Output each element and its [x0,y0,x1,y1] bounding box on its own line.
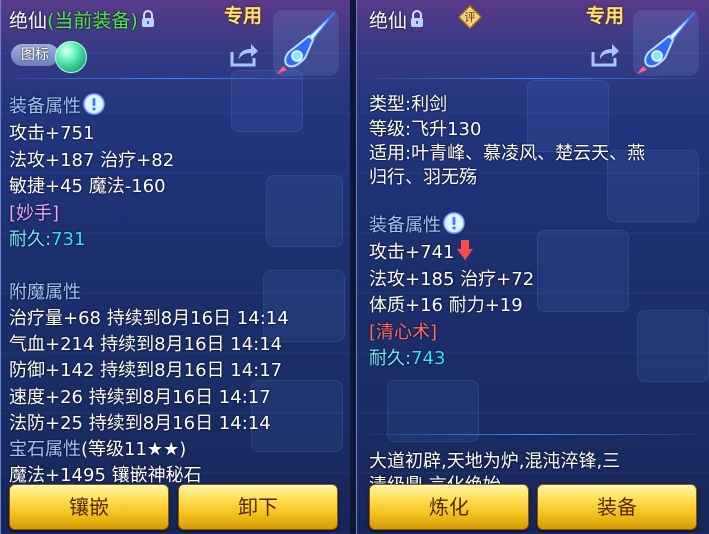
skill-label: [清心术] [369,322,438,343]
share-icon[interactable] [590,42,620,68]
icon-toggle-label: 图标 [11,44,59,66]
suitable-line-cont: 归行、羽无殇 [369,167,477,188]
icon-toggle-button[interactable]: 图标 [11,41,91,73]
unequip-button[interactable]: 卸下 [178,484,338,530]
durability-label: 耐久: [369,348,412,369]
enchant-line: 治疗量+68 持续到8月16日 14:14 [9,308,289,329]
lock-icon[interactable] [410,10,424,33]
gem-header: 宝石属性(等级11★★) [9,435,186,461]
refine-button[interactable]: 炼化 [369,484,529,530]
durability-value: 743 [411,348,446,369]
equipped-item-panel: 绝仙(当前装备) 专用 图标 装备属性 攻击+751 法攻+187 治疗+82 … [0,0,352,534]
attr-value: 攻击+741 [369,242,455,263]
eval-badge-text: 评 [465,11,476,24]
attr-line: 体质+16 耐力+19 [369,295,523,316]
exclusive-label: 专用 [586,5,625,27]
attr-line: 攻击+741 [369,238,474,266]
sword-icon [629,6,703,80]
lock-icon[interactable] [141,10,155,33]
item-title: 绝仙(当前装备) [9,6,155,33]
exclusive-label: 专用 [224,5,263,27]
enchant-line: 防御+142 持续到8月16日 14:17 [9,360,283,381]
durability: 耐久:743 [369,344,445,370]
item-name: 绝仙 [369,10,408,32]
enchant-line: 法防+25 持续到8月16日 14:14 [9,413,271,434]
eval-badge-icon[interactable]: 评 [457,4,483,30]
attr-line: 法攻+185 治疗+72 [369,269,535,290]
gem-header-label: 宝石属性 [9,439,81,460]
attr-header-label: 装备属性 [369,215,441,236]
skill-label: [妙手] [9,203,60,224]
attr-header: 装备属性 [9,92,105,120]
level-line: 等级:飞升130 [369,119,482,140]
attr-header-label: 装备属性 [9,96,81,117]
info-icon[interactable] [83,93,105,120]
description-line: 大道初辟,天地为炉,混沌淬锋,三 [369,451,621,472]
compare-item-panel: 绝仙 评 专用 类型:利剑 等级:飞升130 适用:叶青峰、慕凌风、楚云天、燕 … [356,0,709,534]
equip-button[interactable]: 装备 [537,484,697,530]
orb-icon[interactable] [55,41,87,73]
durability-label: 耐久: [9,229,52,250]
durability: 耐久:731 [9,225,85,251]
enchant-line: 气血+214 持续到8月16日 14:14 [9,334,283,355]
attr-header: 装备属性 [369,211,465,239]
attr-line: 敏捷+45 魔法-160 [9,176,166,197]
type-line: 类型:利剑 [369,94,448,115]
enchant-line: 速度+26 持续到8月16日 14:17 [9,387,271,408]
gem-level: (等级11★★) [81,439,187,460]
attr-line: 法攻+187 治疗+82 [9,150,175,171]
inlay-button[interactable]: 镶嵌 [9,484,169,530]
info-icon[interactable] [443,212,465,239]
durability-value: 731 [51,229,86,250]
item-name: 绝仙 [9,10,48,32]
share-icon[interactable] [229,42,259,68]
enchant-header: 附魔属性 [9,282,81,303]
equipped-tag: (当前装备) [47,10,138,32]
attr-line: 攻击+751 [9,123,95,144]
sword-icon [269,6,343,80]
suitable-line: 适用:叶青峰、慕凌风、楚云天、燕 [369,143,646,164]
down-arrow-icon [456,239,474,266]
item-title: 绝仙 [369,6,424,33]
